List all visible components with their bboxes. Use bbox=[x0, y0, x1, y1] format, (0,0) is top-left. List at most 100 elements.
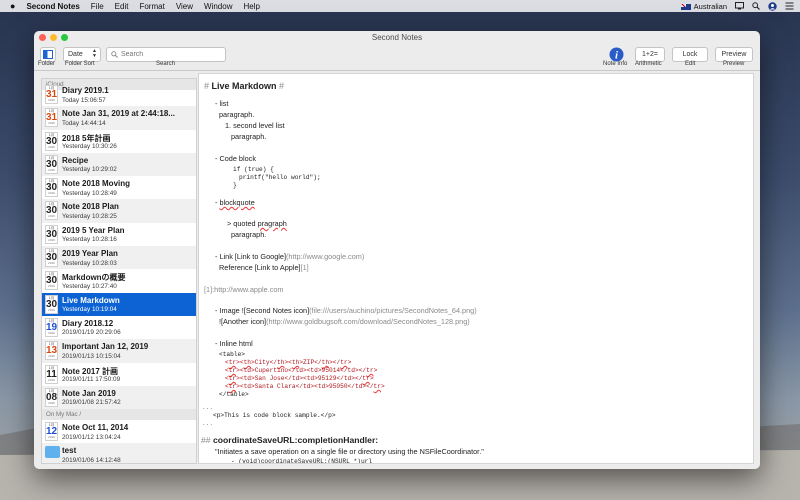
note-list-item[interactable]: 1月 31 2019 Note Jan 31, 2019 at 2:44:18... T… bbox=[42, 106, 196, 130]
note-list-item[interactable]: 1月 08 2019 Note Jan 2019 2019/01/08 21:57:42 bbox=[42, 385, 196, 410]
editor-text: paragraph. bbox=[231, 230, 267, 239]
editor-text: > quoted bbox=[227, 219, 258, 228]
note-list-item[interactable]: test 2019/01/06 14:12:48 bbox=[42, 443, 196, 463]
editor-text: > bbox=[369, 375, 374, 382]
folder-sort-label: Folder Sort bbox=[65, 61, 95, 67]
note-list-item[interactable]: 1月 12 2019 Note Oct 11, 2014 2019/01/12 13:0… bbox=[42, 420, 196, 443]
calendar-date-icon: 1月 30 2019 bbox=[45, 294, 58, 314]
editor-line: <tr><td>Cupertino</td><td>95014</td></tr… bbox=[225, 367, 377, 374]
editor-text: ... bbox=[202, 420, 214, 427]
editor-line: > quoted pragraph bbox=[227, 219, 287, 228]
preview-label: Preview bbox=[723, 61, 745, 67]
search-icon bbox=[111, 51, 118, 58]
window-title: Second Notes bbox=[371, 33, 423, 42]
folder-sort-select[interactable]: Date ▲ ▼ bbox=[63, 47, 101, 62]
menu-help[interactable]: Help bbox=[243, 2, 259, 11]
editor-text: (file:///users/auchino/pictures/SecondNo… bbox=[309, 306, 477, 315]
editor-line: ... bbox=[202, 404, 213, 411]
zoom-button[interactable] bbox=[61, 34, 68, 41]
note-date: Today 15:06:57 bbox=[62, 96, 106, 104]
menu-file[interactable]: File bbox=[91, 2, 104, 11]
note-list-item[interactable]: 1月 30 2019 Markdownの概要 Yesterday 10:27:40 bbox=[42, 269, 196, 292]
arithmetic-label: Arithmetic bbox=[635, 61, 662, 67]
note-date: Yesterday 10:28:25 bbox=[62, 212, 117, 220]
menu-format[interactable]: Format bbox=[139, 2, 164, 11]
notification-center-icon[interactable] bbox=[785, 2, 794, 10]
menu-app-name[interactable]: Second Notes bbox=[26, 2, 79, 11]
user-account-icon[interactable] bbox=[768, 1, 777, 11]
note-title: Recipe bbox=[62, 155, 89, 165]
note-list-item[interactable]: 1月 30 2019 Note 2018 Moving Yesterday 10:28:… bbox=[42, 176, 196, 199]
note-title: 2019 Year Plan bbox=[62, 249, 118, 259]
note-list-item[interactable]: 1月 30 2019 Live Markdown Yesterday 10:19:04 bbox=[42, 292, 196, 316]
menu-bar: ● Second Notes File Edit Format View Win… bbox=[0, 0, 800, 12]
note-title: Live Markdown bbox=[62, 295, 120, 305]
calendar-date-icon: 1月 30 2019 bbox=[45, 271, 58, 291]
note-list-item[interactable]: 1月 31 2019 Diary 2019.1 Today 15:06:57 bbox=[42, 83, 196, 106]
editor-text: paragraph. bbox=[231, 132, 267, 141]
note-title: Note Jan 31, 2019 at 2:44:18... bbox=[62, 109, 175, 119]
editor-line: ... bbox=[202, 420, 213, 427]
editor-text: printf("hello world"); bbox=[239, 174, 321, 181]
editor-text: > bbox=[373, 367, 378, 374]
note-list-item[interactable]: 1月 30 2019 2018 5年計画 Yesterday 10:30:26 bbox=[42, 130, 196, 153]
note-title: 2019 5 Year Plan bbox=[62, 225, 125, 235]
editor-text: ></ bbox=[329, 359, 341, 366]
close-button[interactable] bbox=[39, 34, 46, 41]
calendar-date-icon: 1月 08 2019 bbox=[45, 387, 58, 407]
editor-text: - Code block bbox=[215, 154, 256, 163]
note-title: Note 2017 計画 bbox=[62, 366, 119, 376]
menu-view[interactable]: View bbox=[176, 2, 193, 11]
search-input[interactable] bbox=[121, 51, 221, 58]
editor-line: </table> bbox=[219, 391, 249, 398]
search-field[interactable] bbox=[106, 47, 226, 62]
note-info-icon[interactable]: i bbox=[609, 47, 624, 62]
note-editor[interactable]: # Live Markdown # - list paragraph. 1. seco… bbox=[198, 73, 754, 464]
editor-text: </table> bbox=[219, 391, 249, 398]
note-list-item[interactable]: 1月 30 2019 2019 Year Plan Yesterday 10:28:03 bbox=[42, 246, 196, 270]
editor-text: ## bbox=[201, 435, 213, 445]
editor-text: blockquote bbox=[219, 198, 255, 207]
editor-text: # bbox=[204, 81, 212, 91]
lock-button[interactable]: Lock bbox=[672, 47, 708, 62]
editor-text: (http://www.google.com) bbox=[285, 252, 365, 261]
folder-toggle-button[interactable] bbox=[40, 47, 56, 62]
editor-text: } bbox=[233, 182, 237, 189]
menu-edit[interactable]: Edit bbox=[115, 2, 129, 11]
note-list[interactable]: iCloud1月312019Diary 2019.1Today 15:06:57… bbox=[41, 78, 197, 464]
note-date: 2019/01/11 17:50:09 bbox=[62, 376, 121, 384]
note-date: 2019/01/13 10:15:04 bbox=[62, 352, 121, 360]
note-list-item[interactable]: 1月 11 2019 Note 2017 計画 2019/01/11 17:50:09 bbox=[42, 363, 196, 386]
menu-window[interactable]: Window bbox=[204, 2, 232, 11]
calendar-date-icon: 1月 30 2019 bbox=[45, 154, 58, 174]
editor-line: # Live Markdown # bbox=[204, 81, 284, 91]
note-list-item[interactable]: 1月 13 2019 Important Jan 12, 2019 2019/01/13… bbox=[42, 339, 196, 363]
editor-line: ![Another icon](http://www.goldbugsoft.c… bbox=[219, 317, 470, 326]
input-source-menu[interactable]: Australian bbox=[680, 2, 727, 11]
editor-line: paragraph. bbox=[219, 110, 254, 119]
note-list-item[interactable]: 1月 30 2019 Recipe Yesterday 10:29:02 bbox=[42, 152, 196, 177]
editor-text: Live Markdown bbox=[211, 81, 277, 91]
editor-text: [1]:http://www.apple.com bbox=[204, 285, 284, 294]
editor-line: <tr><td>Santa Clara</td><td>95050</td></… bbox=[225, 383, 385, 390]
note-date: 2019/01/08 21:57:42 bbox=[62, 399, 121, 407]
toolbar: Date ▲▼ i 1+2= Lock Preview bbox=[34, 45, 760, 71]
note-date: Yesterday 10:30:26 bbox=[62, 143, 117, 151]
editor-text: > bbox=[380, 383, 385, 390]
note-info-label: Note Info bbox=[603, 61, 628, 67]
note-list-item[interactable]: 1月 30 2019 Note 2018 Plan Yesterday 10:28:25 bbox=[42, 199, 196, 223]
note-date: Yesterday 10:27:40 bbox=[62, 282, 117, 290]
apple-menu-icon[interactable]: ● bbox=[10, 0, 15, 12]
arithmetic-button[interactable]: 1+2= bbox=[635, 47, 665, 62]
editor-text: >< bbox=[236, 359, 244, 366]
note-list-item[interactable]: 1月 30 2019 2019 5 Year Plan Yesterday 10:28:… bbox=[42, 223, 196, 246]
editor-text: if (true) { bbox=[233, 166, 274, 173]
preview-button[interactable]: Preview bbox=[715, 47, 753, 62]
display-icon[interactable] bbox=[735, 2, 744, 10]
minimize-button[interactable] bbox=[50, 34, 57, 41]
editor-line: - Code block bbox=[215, 154, 256, 163]
note-title: Note Jan 2019 bbox=[62, 388, 116, 398]
spotlight-search-icon[interactable] bbox=[752, 2, 760, 10]
editor-text: - Image ![Second Notes icon] bbox=[215, 306, 310, 315]
note-list-item[interactable]: 1月 19 2019 Diary 2018.12 2019/01/19 20:29:06 bbox=[42, 316, 196, 339]
